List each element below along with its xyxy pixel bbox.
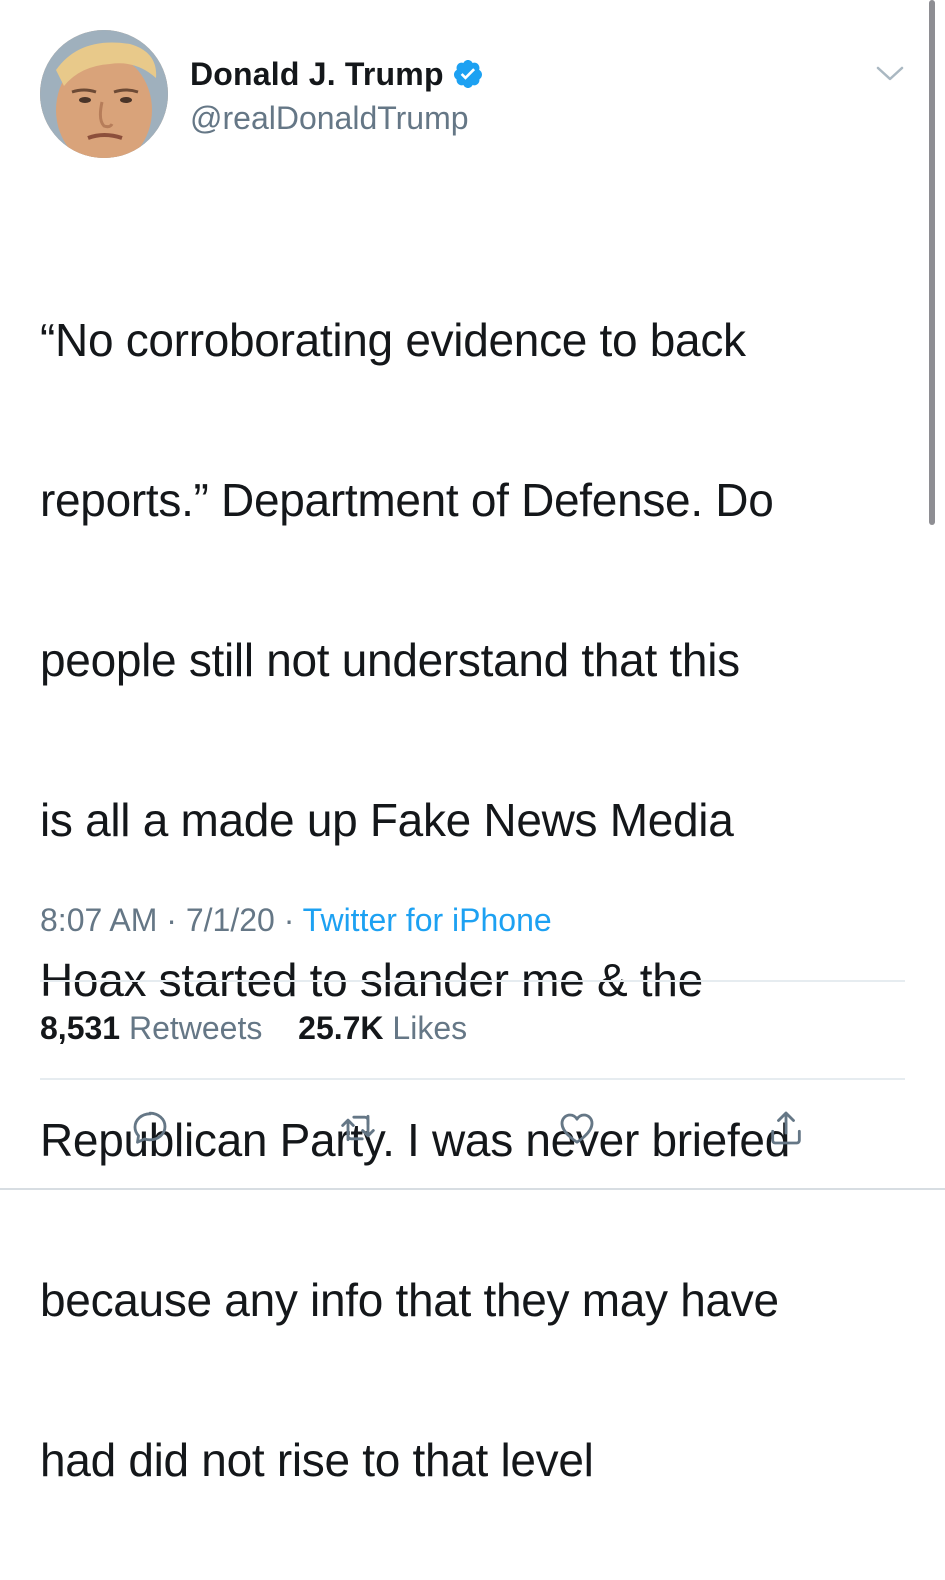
- tweet-time: 8:07 AM: [40, 902, 158, 938]
- tweet-text-line: “No corroborating evidence to back: [40, 314, 746, 366]
- retweets-label: Retweets: [128, 1010, 263, 1046]
- retweets-stat[interactable]: 8,531 Retweets: [40, 1010, 271, 1046]
- divider: [40, 1078, 905, 1080]
- reply-icon[interactable]: [130, 1108, 170, 1148]
- meta-separator: ·: [166, 902, 177, 938]
- tweet-meta: 8:07 AM · 7/1/20 · Twitter for iPhone: [40, 902, 552, 939]
- tweet-detail: Donald J. Trump @realDonaldTrump “No cor…: [0, 0, 945, 1486]
- share-icon[interactable]: [766, 1108, 806, 1148]
- avatar-photo: [40, 30, 168, 158]
- tweet-text-line: people still not understand that this: [40, 634, 740, 686]
- likes-label: Likes: [392, 1010, 468, 1046]
- tweet-source-link[interactable]: Twitter for iPhone: [303, 902, 552, 938]
- tweet-text: “No corroborating evidence to back repor…: [40, 220, 910, 1580]
- author-handle[interactable]: @realDonaldTrump: [190, 100, 469, 137]
- tweet-text-line: because any info that they may have: [40, 1274, 779, 1326]
- retweets-count: 8,531: [40, 1010, 121, 1046]
- verified-badge-icon: [452, 58, 484, 90]
- author-name-row[interactable]: Donald J. Trump: [190, 50, 484, 98]
- scrollbar[interactable]: [929, 0, 935, 525]
- author-display-name[interactable]: Donald J. Trump: [190, 56, 444, 93]
- heart-icon[interactable]: [557, 1108, 597, 1148]
- avatar[interactable]: [40, 30, 168, 158]
- divider: [0, 1188, 945, 1190]
- likes-stat[interactable]: 25.7K Likes: [298, 1010, 467, 1046]
- meta-separator: ·: [283, 902, 295, 938]
- divider: [40, 980, 905, 982]
- tweet-date: 7/1/20: [185, 902, 275, 938]
- tweet-text-line: had did not rise to that level: [40, 1434, 594, 1486]
- tweet-stats: 8,531 Retweets 25.7K Likes: [40, 1010, 467, 1047]
- tweet-text-line: reports.” Department of Defense. Do: [40, 474, 774, 526]
- retweet-icon[interactable]: [338, 1108, 378, 1148]
- tweet-text-line: is all a made up Fake News Media: [40, 794, 734, 846]
- likes-count: 25.7K: [298, 1010, 384, 1046]
- chevron-down-icon[interactable]: [872, 62, 908, 86]
